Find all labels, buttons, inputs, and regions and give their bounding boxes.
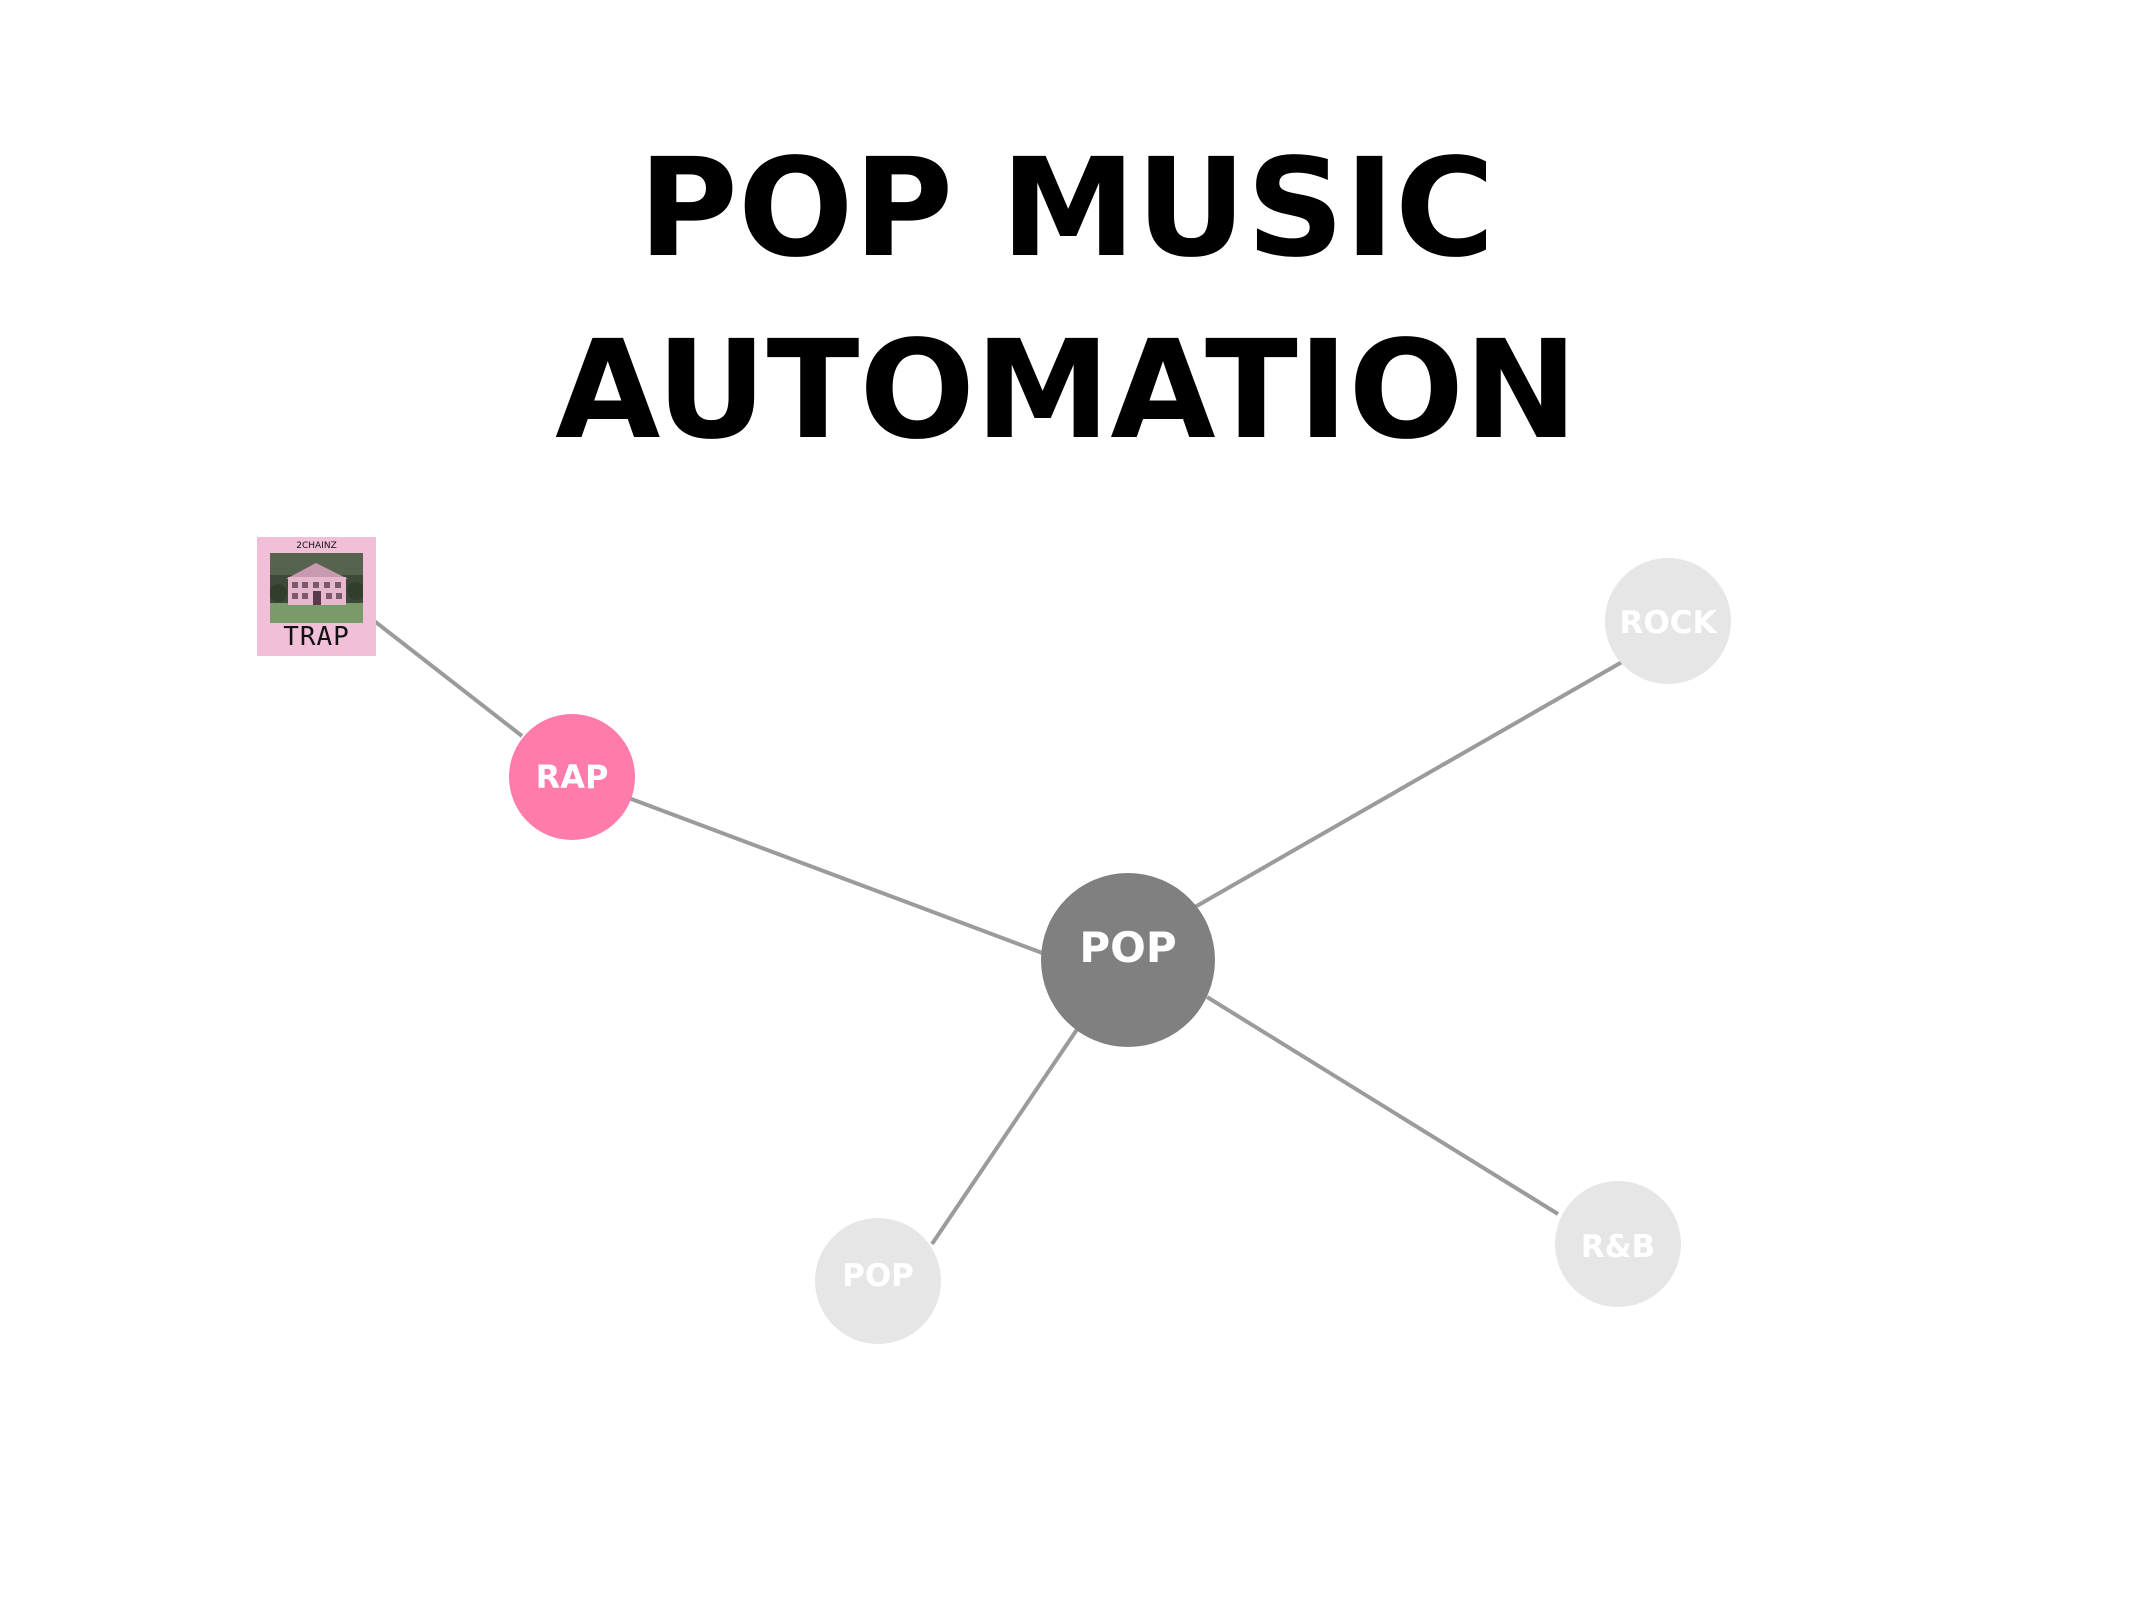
node-rock[interactable]: ROCK bbox=[1605, 558, 1731, 684]
node-rock-label: ROCK bbox=[1620, 605, 1718, 641]
edge-pop-popleaf bbox=[930, 1023, 1082, 1246]
album-artist: 2CHAINZ bbox=[296, 541, 337, 551]
edge-rap-pop bbox=[625, 795, 1046, 956]
album-house-image bbox=[270, 553, 363, 623]
edge-pop-rock bbox=[1194, 660, 1623, 909]
edge-album-rap bbox=[371, 618, 524, 738]
node-pop-leaf-label: POP bbox=[842, 1258, 914, 1294]
node-rnb[interactable]: R&B bbox=[1555, 1181, 1681, 1307]
album-title: TRAP bbox=[283, 622, 350, 652]
edge-pop-rnb bbox=[1205, 995, 1560, 1216]
node-pop-center[interactable]: POP bbox=[1041, 873, 1215, 1047]
album-cover-node[interactable]: 2CHAINZ TRAP bbox=[257, 537, 376, 656]
node-pop-leaf[interactable]: POP bbox=[815, 1218, 941, 1344]
node-rap[interactable]: RAP bbox=[509, 714, 635, 840]
node-rap-label: RAP bbox=[536, 758, 609, 796]
genre-network-graph: RAP POP ROCK POP R&B bbox=[371, 558, 1731, 1344]
graph-edges bbox=[371, 618, 1623, 1246]
node-pop-center-label: POP bbox=[1079, 923, 1176, 972]
node-rnb-label: R&B bbox=[1581, 1229, 1656, 1265]
